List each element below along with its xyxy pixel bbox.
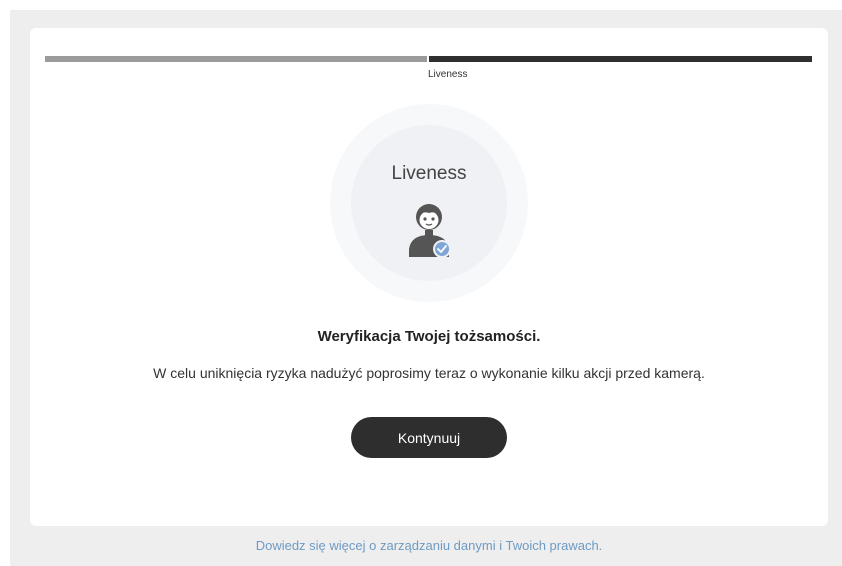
current-step-label: Liveness	[428, 69, 468, 80]
user-verified-icon	[409, 204, 451, 258]
continue-button[interactable]: Kontynuuj	[351, 417, 507, 458]
verification-heading: Weryfikacja Twojej tożsamości.	[317, 328, 541, 345]
verification-card: Liveness Liveness Weryfikacja Twojej toż…	[30, 28, 828, 526]
progress-segment-current	[429, 56, 812, 62]
liveness-halo: Liveness	[330, 104, 528, 302]
liveness-circle: Liveness	[351, 125, 507, 281]
data-rights-link[interactable]: Dowiedz się więcej o zarządzaniu danymi …	[0, 538, 842, 553]
step-progress-bar	[45, 56, 812, 62]
progress-segment-completed	[45, 56, 427, 62]
verification-description: W celu uniknięcia ryzyka nadużyć poprosi…	[153, 365, 705, 381]
liveness-circle-title: Liveness	[391, 163, 467, 184]
